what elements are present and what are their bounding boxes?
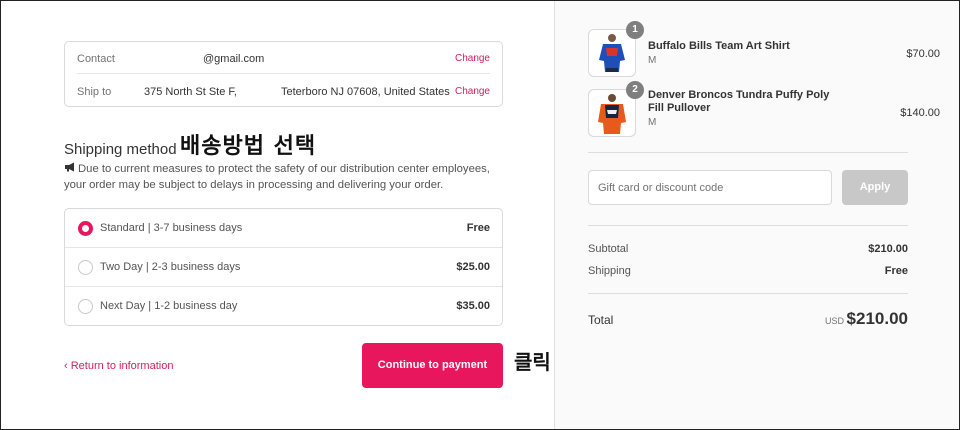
shipping-option-label: Two Day | 2-3 business days bbox=[100, 261, 241, 273]
subtotal-label: Subtotal bbox=[588, 243, 629, 255]
total-label: Total bbox=[588, 313, 614, 327]
shipping-method-title: Shipping method bbox=[64, 141, 177, 158]
megaphone-icon bbox=[64, 161, 76, 177]
product-variant: M bbox=[648, 117, 657, 128]
product-name: Buffalo Bills Team Art Shirt bbox=[648, 40, 790, 52]
product-variant: M bbox=[648, 55, 657, 66]
contact-row: Contact @gmail.com Change bbox=[77, 42, 490, 74]
order-summary: 1 Buffalo Bills Team Art Shirt M $70.00 … bbox=[554, 1, 959, 429]
product-name: Denver Broncos Tundra Puffy Poly Fill Pu… bbox=[648, 89, 830, 114]
subtotal-row: Subtotal $210.00 bbox=[588, 243, 908, 255]
total-value: $210.00 bbox=[846, 309, 908, 328]
ship-to-change-link[interactable]: Change bbox=[455, 86, 490, 97]
shipping-option-label: Standard | 3-7 business days bbox=[100, 222, 243, 234]
total-currency: USD bbox=[825, 316, 845, 326]
divider bbox=[588, 225, 908, 226]
contact-value: @gmail.com bbox=[203, 53, 265, 65]
product-thumbnail: 1 bbox=[588, 21, 644, 77]
shipping-option-standard[interactable]: Standard | 3-7 business days Free bbox=[65, 209, 502, 248]
product-price: $140.00 bbox=[900, 107, 940, 119]
shipping-option-two-day[interactable]: Two Day | 2-3 business days $25.00 bbox=[65, 248, 502, 287]
radio-next-day[interactable] bbox=[78, 299, 93, 314]
ship-to-label: Ship to bbox=[77, 86, 112, 98]
contact-label: Contact bbox=[77, 53, 115, 65]
shipping-notice-text: Due to current measures to protect the s… bbox=[64, 163, 490, 191]
review-block: Contact @gmail.com Change Ship to 375 No… bbox=[64, 41, 503, 107]
contact-change-link[interactable]: Change bbox=[455, 53, 490, 64]
divider bbox=[588, 152, 908, 153]
shipping-options: Standard | 3-7 business days Free Two Da… bbox=[64, 208, 503, 326]
shipping-option-label: Next Day | 1-2 business day bbox=[100, 300, 238, 312]
annotation-select-shipping: 배송방법 선택 bbox=[180, 134, 317, 159]
shipping-label: Shipping bbox=[588, 265, 631, 277]
apply-discount-button[interactable]: Apply bbox=[842, 170, 908, 205]
return-link-label: Return to information bbox=[70, 360, 174, 372]
radio-two-day[interactable] bbox=[78, 260, 93, 275]
ship-to-address-line1: 375 North St Ste F, bbox=[144, 86, 237, 98]
radio-standard[interactable] bbox=[78, 221, 93, 236]
quantity-badge: 1 bbox=[626, 21, 644, 39]
ship-to-address-line2: Teterboro NJ 07608, United States bbox=[281, 86, 450, 98]
shipping-option-price: $25.00 bbox=[456, 261, 490, 273]
shipping-option-next-day[interactable]: Next Day | 1-2 business day $35.00 bbox=[65, 287, 502, 326]
product-price: $70.00 bbox=[906, 48, 940, 60]
continue-to-payment-button[interactable]: Continue to payment bbox=[362, 343, 503, 388]
subtotal-value: $210.00 bbox=[868, 243, 908, 255]
ship-to-row: Ship to 375 North St Ste F, Teterboro NJ… bbox=[77, 75, 490, 107]
shipping-option-price: $35.00 bbox=[456, 300, 490, 312]
shipping-option-price: Free bbox=[466, 222, 490, 234]
shipping-row: Shipping Free bbox=[588, 265, 908, 277]
divider bbox=[588, 293, 908, 294]
discount-code-input[interactable]: Gift card or discount code bbox=[588, 170, 832, 205]
shipping-notice: Due to current measures to protect the s… bbox=[64, 161, 504, 193]
product-thumbnail: 2 bbox=[588, 81, 644, 137]
chevron-left-icon: ‹ bbox=[64, 360, 71, 372]
return-to-information-link[interactable]: ‹ Return to information bbox=[64, 360, 173, 372]
annotation-click: 클릭 bbox=[514, 350, 551, 374]
shipping-value: Free bbox=[884, 265, 908, 277]
quantity-badge: 2 bbox=[626, 81, 644, 99]
